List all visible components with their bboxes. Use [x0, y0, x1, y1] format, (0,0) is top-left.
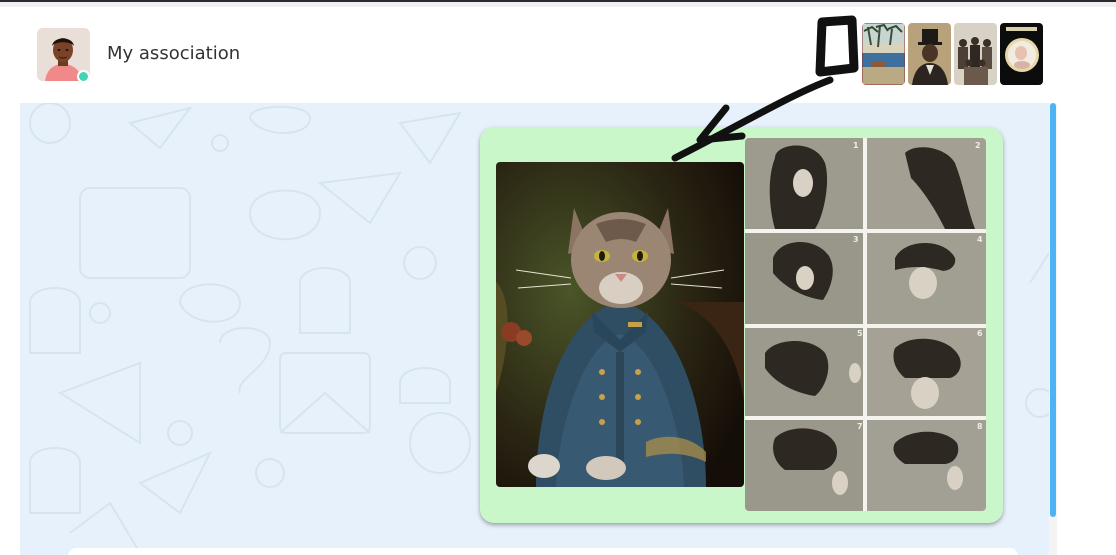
shared-media-thumb-4[interactable]: [1000, 23, 1043, 85]
message-area[interactable]: 1 2 3 4 5 6 7 8: [20, 103, 1049, 555]
shared-media-thumb-1[interactable]: [862, 23, 905, 85]
group-photo-thumbnail: [954, 23, 997, 85]
message-image-cat[interactable]: [496, 162, 744, 487]
landscape-print-thumbnail: [862, 23, 905, 85]
hair-step-label-1: 1: [853, 141, 859, 150]
shared-media-thumb-3[interactable]: [954, 23, 997, 85]
image-message-bubble[interactable]: 1 2 3 4 5 6 7 8: [480, 127, 1003, 523]
shared-media-strip: [862, 23, 1043, 85]
online-status-indicator: [77, 70, 90, 83]
hairstyle-grid-image: 1 2 3 4 5 6 7 8: [745, 138, 986, 511]
message-scrollbar[interactable]: [1049, 103, 1057, 555]
scrollbar-thumb[interactable]: [1050, 103, 1056, 517]
shared-media-thumb-2[interactable]: [908, 23, 951, 85]
chat-header: My association: [20, 7, 1057, 103]
round-portrait-thumbnail: [1000, 23, 1043, 85]
hair-step-label-6: 6: [977, 329, 983, 338]
hair-step-label-5: 5: [857, 329, 863, 338]
chat-title: My association: [107, 43, 241, 64]
top-hat-portrait-thumbnail: [908, 23, 951, 85]
message-image-hairstyle-grid[interactable]: 1 2 3 4 5 6 7 8: [745, 138, 986, 511]
hair-step-label-7: 7: [857, 422, 863, 431]
chat-window: My association 1 2 3 4 5 6 7 8: [20, 7, 1057, 555]
compose-box[interactable]: [68, 548, 1018, 555]
cat-painting-image: [496, 162, 744, 487]
hair-step-label-4: 4: [977, 235, 983, 244]
hair-step-label-3: 3: [853, 235, 859, 244]
hair-step-label-8: 8: [977, 422, 983, 431]
hair-step-label-2: 2: [975, 141, 981, 150]
